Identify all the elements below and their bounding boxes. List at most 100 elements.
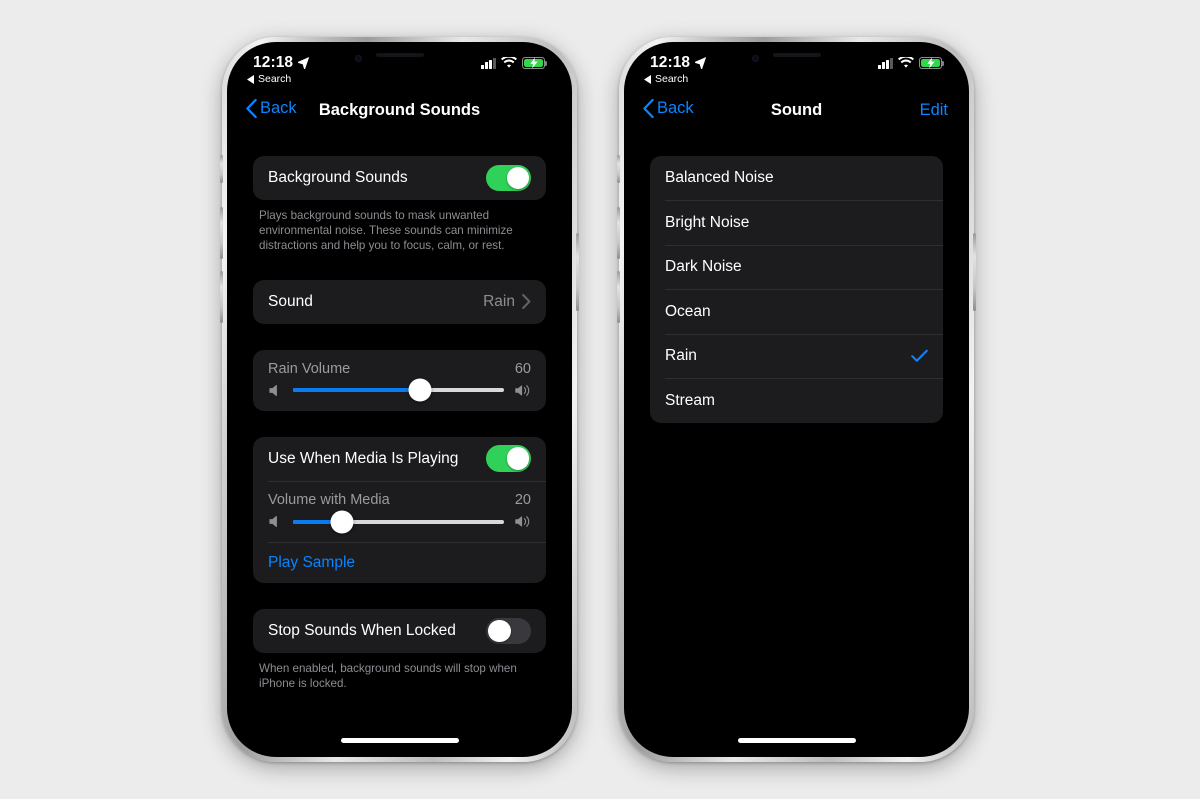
status-bar-left-cluster: 12:18 Search [247, 54, 310, 85]
wifi-icon [898, 57, 914, 68]
silent-switch[interactable] [220, 155, 223, 183]
rain-volume-label: Rain Volume [268, 360, 351, 377]
front-camera-icon [354, 55, 362, 62]
phone-bezel-left: 12:18 Search Back Background Sounds Back… [227, 42, 572, 757]
row-sound[interactable]: Sound Rain [253, 280, 546, 324]
sound-card: Sound Rain [253, 279, 546, 324]
list-item[interactable]: Dark Noise [650, 245, 943, 289]
row-label-use-when-media-playing: Use When Media Is Playing [268, 449, 459, 467]
sound-option-label: Dark Noise [665, 258, 742, 276]
silent-switch[interactable] [617, 155, 620, 183]
location-arrow-icon [298, 56, 310, 69]
stop-sounds-toggle[interactable] [486, 617, 531, 645]
volume-down-button[interactable] [617, 271, 620, 323]
checkmark-icon [911, 350, 928, 363]
triangle-left-icon [247, 74, 254, 84]
home-indicator[interactable] [340, 738, 459, 743]
lightning-bolt-icon [529, 57, 538, 69]
chevron-right-icon [522, 294, 531, 310]
nav-bar-left: Back Background Sounds [232, 96, 567, 134]
screen-right: 12:18 Search Back Sound Edit Balanced No… [629, 47, 964, 752]
rain-volume-value: 60 [514, 360, 531, 377]
edit-button[interactable]: Edit [920, 101, 948, 120]
triangle-left-icon [644, 74, 651, 84]
row-sound-right: Rain [483, 293, 531, 311]
background-sounds-card: Background Sounds [253, 156, 546, 200]
row-label-sound: Sound [268, 292, 313, 310]
volume-with-media-label: Volume with Media [268, 492, 390, 509]
row-background-sounds[interactable]: Background Sounds [253, 156, 546, 200]
toggle-knob [506, 166, 529, 190]
home-indicator[interactable] [737, 738, 856, 743]
cellular-bars-icon [481, 57, 496, 69]
iphone-right: 12:18 Search Back Sound Edit Balanced No… [617, 37, 976, 762]
list-item[interactable]: Rain [650, 334, 943, 378]
toggle-knob [488, 619, 511, 643]
list-item[interactable]: Bright Noise [650, 201, 943, 245]
row-label-stop-sounds-when-locked: Stop Sounds When Locked [268, 621, 456, 639]
cellular-bars-icon [878, 57, 893, 69]
row-play-sample[interactable]: Play Sample [253, 543, 546, 583]
list-item[interactable]: Balanced Noise [650, 156, 943, 200]
row-use-when-media-playing[interactable]: Use When Media Is Playing [253, 437, 546, 481]
volume-down-button[interactable] [220, 271, 223, 323]
status-back-app-label: Search [655, 73, 689, 85]
rain-volume-slider-fill [293, 388, 420, 393]
front-camera-icon [751, 55, 759, 62]
screen-left: 12:18 Search Back Background Sounds Back… [232, 47, 567, 752]
power-button[interactable] [576, 233, 579, 311]
speaker-high-icon [515, 384, 530, 396]
row-value-sound: Rain [483, 292, 515, 310]
status-bar-right-cluster [481, 57, 547, 69]
volume-up-button[interactable] [617, 207, 620, 259]
background-sounds-toggle[interactable] [486, 164, 531, 192]
row-label-background-sounds: Background Sounds [268, 169, 408, 186]
notch [328, 47, 471, 73]
status-time-row: 12:18 [253, 54, 310, 71]
row-stop-sounds-when-locked[interactable]: Stop Sounds When Locked [253, 609, 546, 653]
stop-sounds-footnote: When enabled, background sounds will sto… [259, 661, 517, 690]
earpiece-speaker-icon [772, 53, 821, 57]
volume-up-button[interactable] [220, 207, 223, 259]
page-title: Sound [770, 101, 823, 119]
status-time: 12:18 [650, 54, 691, 71]
volume-with-media-slider[interactable] [293, 510, 504, 534]
play-sample-label: Play Sample [268, 553, 356, 571]
iphone-left: 12:18 Search Back Background Sounds Back… [220, 37, 579, 762]
power-button[interactable] [973, 233, 976, 311]
phone-bezel-right: 12:18 Search Back Sound Edit Balanced No… [624, 42, 969, 757]
status-back-to-app[interactable]: Search [644, 73, 707, 85]
location-arrow-icon [695, 56, 707, 69]
sound-list-content: Balanced Noise Bright Noise Dark Noise O… [629, 139, 964, 752]
volume-with-media-slider-row [253, 508, 546, 542]
status-back-to-app[interactable]: Search [247, 73, 310, 85]
rain-volume-slider[interactable] [293, 378, 504, 402]
volume-with-media-slider-thumb[interactable] [330, 510, 354, 534]
status-bar-left-cluster: 12:18 Search [644, 54, 707, 85]
list-item[interactable]: Stream [650, 379, 943, 423]
status-back-app-label: Search [258, 73, 292, 85]
rain-volume-slider-row [253, 377, 546, 411]
lightning-bolt-icon [926, 57, 935, 69]
status-bar-right-cluster [878, 57, 944, 69]
page-title: Background Sounds [318, 101, 481, 119]
list-item[interactable]: Ocean [650, 290, 943, 334]
sound-option-label: Rain [665, 347, 697, 365]
sound-option-label: Stream [665, 391, 715, 409]
speaker-low-icon [269, 384, 277, 396]
rain-volume-head: Rain Volume 60 [253, 350, 546, 377]
earpiece-speaker-icon [375, 53, 424, 57]
settings-content-left: Background Sounds Plays background sound… [232, 139, 567, 752]
battery-charging-icon [919, 57, 944, 69]
rain-volume-slider-thumb[interactable] [408, 378, 432, 402]
speaker-low-icon [269, 516, 277, 528]
use-when-media-toggle[interactable] [486, 445, 531, 472]
nav-bar-right: Back Sound Edit [629, 96, 964, 134]
sound-option-label: Ocean [665, 302, 711, 320]
sound-option-label: Balanced Noise [665, 169, 774, 186]
